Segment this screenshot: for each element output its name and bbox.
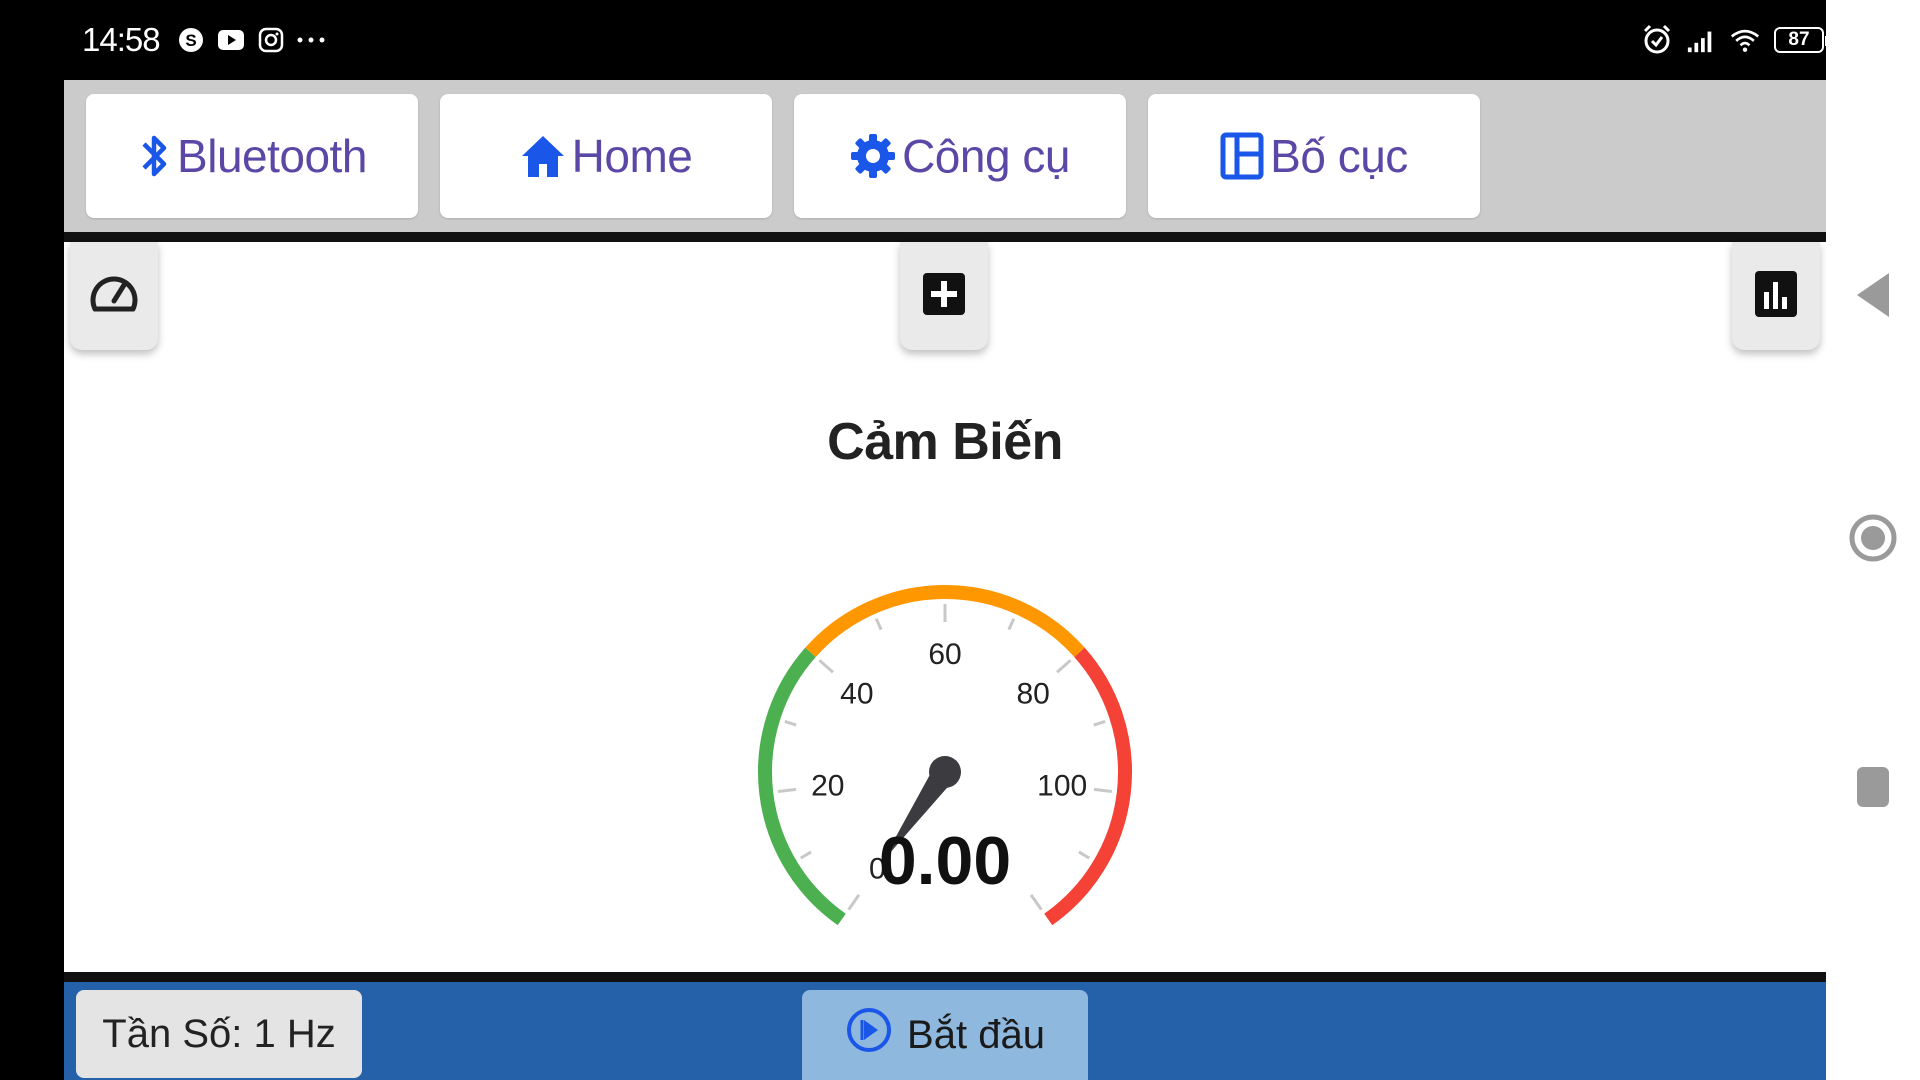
tab-layout[interactable]: Bố cục bbox=[1148, 94, 1480, 218]
frequency-label: Tần Số: 1 Hz bbox=[102, 1011, 336, 1056]
tab-label: Home bbox=[571, 130, 693, 182]
battery-level: 87 bbox=[1788, 29, 1810, 50]
gauge-needle-hub bbox=[929, 756, 961, 788]
signal-icon bbox=[1686, 25, 1716, 55]
start-label: Bắt đầu bbox=[907, 1012, 1045, 1057]
battery-icon: 87 bbox=[1774, 27, 1829, 53]
screen: 14:58 S 87 Bluetooth Home Công cụ Bố cục… bbox=[0, 0, 1920, 1080]
status-time: 14:58 bbox=[82, 21, 161, 58]
alarm-icon bbox=[1642, 24, 1672, 55]
app-window: Bluetooth Home Công cụ Bố cục Cảm Biến 0… bbox=[64, 80, 1826, 1080]
gauge-tick bbox=[1056, 659, 1072, 674]
gauge-tick bbox=[847, 894, 861, 911]
tab-bluetooth[interactable]: Bluetooth bbox=[86, 94, 418, 218]
more-dots-icon bbox=[296, 25, 326, 55]
back-triangle-icon bbox=[1853, 270, 1893, 325]
home-circle-icon bbox=[1848, 513, 1898, 568]
top-tab-bar: Bluetooth Home Công cụ Bố cục bbox=[64, 80, 1826, 232]
gauge-tick bbox=[784, 720, 797, 727]
home-nav-button[interactable] bbox=[1826, 513, 1920, 568]
tab-tools[interactable]: Công cụ bbox=[794, 94, 1126, 218]
status-bar: 14:58 S 87 bbox=[64, 0, 1829, 80]
play-circle-icon bbox=[845, 1006, 893, 1064]
gauge: 0204060801000.00 bbox=[758, 585, 1132, 926]
main-panel: Cảm Biến 0 20 40 60 80 100 0.00 bbox=[64, 242, 1826, 972]
recents-button[interactable] bbox=[1826, 765, 1920, 814]
gauge-tick bbox=[777, 787, 797, 793]
frequency-button[interactable]: Tần Số: 1 Hz bbox=[76, 990, 362, 1078]
start-button[interactable]: Bắt đầu bbox=[802, 990, 1088, 1080]
system-nav-bar bbox=[1826, 0, 1920, 1080]
gauge-value: 0.00 bbox=[879, 823, 1011, 899]
tab-label: Bluetooth bbox=[177, 130, 367, 182]
gauge-tick bbox=[1093, 720, 1106, 727]
tab-home[interactable]: Home bbox=[440, 94, 772, 218]
instagram-icon bbox=[256, 25, 286, 55]
gauge-tick bbox=[799, 850, 812, 860]
back-button[interactable] bbox=[1826, 270, 1920, 325]
gauge-tick bbox=[1078, 850, 1091, 860]
gauge-tick bbox=[874, 618, 883, 631]
tab-label: Bố cục bbox=[1270, 130, 1408, 182]
recents-square-icon bbox=[1855, 765, 1891, 814]
gear-icon bbox=[850, 133, 896, 179]
layout-icon bbox=[1220, 132, 1264, 180]
gauge-tick-label: 40 bbox=[840, 678, 873, 711]
bluetooth-icon bbox=[137, 130, 171, 182]
gauge-tick bbox=[818, 659, 834, 674]
skype-icon: S bbox=[176, 25, 206, 55]
wifi-icon bbox=[1730, 25, 1760, 55]
bottom-bar: Tần Số: 1 Hz Bắt đầu bbox=[64, 982, 1826, 1080]
tab-label: Công cụ bbox=[902, 130, 1070, 182]
gauge-tick bbox=[1029, 894, 1043, 911]
svg-text:S: S bbox=[185, 31, 196, 50]
gauge-tick bbox=[1007, 618, 1016, 631]
divider bbox=[64, 232, 1826, 242]
youtube-icon bbox=[216, 25, 246, 55]
gauge-tick-label: 60 bbox=[928, 638, 961, 671]
gauge-tick-label: 80 bbox=[1016, 678, 1049, 711]
gauge-tick-label: 100 bbox=[1037, 770, 1087, 803]
gauge-tick bbox=[1093, 787, 1113, 793]
divider bbox=[64, 972, 1826, 982]
gauge-tick-label: 20 bbox=[811, 770, 844, 803]
home-icon bbox=[520, 133, 566, 179]
